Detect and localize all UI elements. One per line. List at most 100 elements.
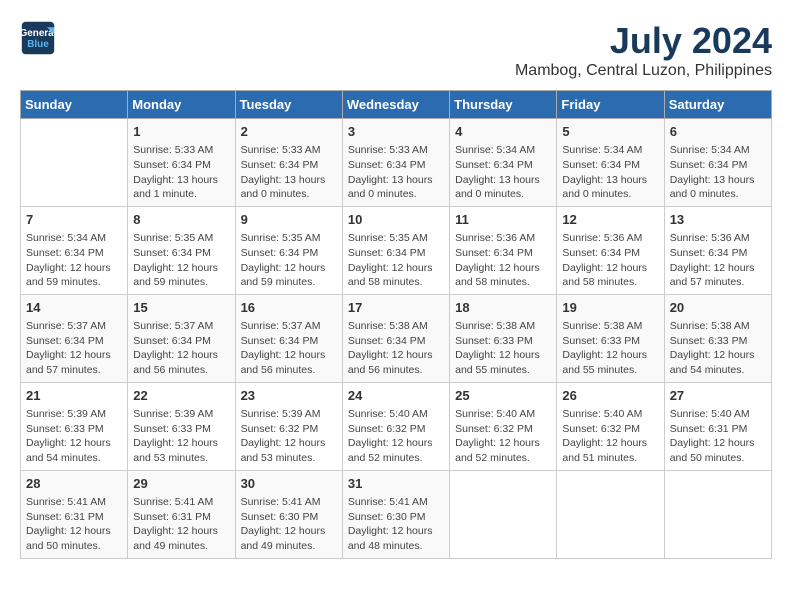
calendar-cell: 18 Sunrise: 5:38 AM Sunset: 6:33 PM Dayli… (450, 294, 557, 382)
day-number: 9 (241, 211, 337, 229)
day-detail: Sunrise: 5:34 AM Sunset: 6:34 PM Dayligh… (562, 143, 658, 202)
day-number: 28 (26, 475, 122, 493)
day-detail: Sunrise: 5:33 AM Sunset: 6:34 PM Dayligh… (348, 143, 444, 202)
day-detail: Sunrise: 5:33 AM Sunset: 6:34 PM Dayligh… (133, 143, 229, 202)
day-number: 23 (241, 387, 337, 405)
calendar-cell (450, 470, 557, 558)
calendar-cell: 28 Sunrise: 5:41 AM Sunset: 6:31 PM Dayli… (21, 470, 128, 558)
calendar-cell: 6 Sunrise: 5:34 AM Sunset: 6:34 PM Daylig… (664, 119, 771, 207)
calendar-table: SundayMondayTuesdayWednesdayThursdayFrid… (20, 90, 772, 559)
col-header-tuesday: Tuesday (235, 91, 342, 119)
day-number: 25 (455, 387, 551, 405)
day-number: 6 (670, 123, 766, 141)
col-header-wednesday: Wednesday (342, 91, 449, 119)
day-number: 21 (26, 387, 122, 405)
calendar-cell: 4Sunrise: 5:34 AM Sunset: 6:34 PM Daylig… (450, 119, 557, 207)
calendar-cell (557, 470, 664, 558)
calendar-cell (664, 470, 771, 558)
day-detail: Sunrise: 5:39 AM Sunset: 6:32 PM Dayligh… (241, 407, 337, 466)
day-detail: Sunrise: 5:41 AM Sunset: 6:30 PM Dayligh… (348, 495, 444, 554)
calendar-cell: 14Sunrise: 5:37 AM Sunset: 6:34 PM Dayli… (21, 294, 128, 382)
day-number: 3 (348, 123, 444, 141)
calendar-cell: 17 Sunrise: 5:38 AM Sunset: 6:34 PM Dayli… (342, 294, 449, 382)
day-detail: Sunrise: 5:37 AM Sunset: 6:34 PM Dayligh… (26, 319, 122, 378)
svg-text:Blue: Blue (27, 39, 49, 50)
day-number: 31 (348, 475, 444, 493)
calendar-cell: 15Sunrise: 5:37 AM Sunset: 6:34 PM Dayli… (128, 294, 235, 382)
calendar-cell: 9Sunrise: 5:35 AM Sunset: 6:34 PM Daylig… (235, 206, 342, 294)
day-detail: Sunrise: 5:34 AM Sunset: 6:34 PM Dayligh… (670, 143, 766, 202)
day-number: 1 (133, 123, 229, 141)
calendar-week-row: 1 Sunrise: 5:33 AM Sunset: 6:34 PM Daylig… (21, 119, 772, 207)
calendar-cell: 26 Sunrise: 5:40 AM Sunset: 6:32 PM Dayli… (557, 382, 664, 470)
col-header-monday: Monday (128, 91, 235, 119)
day-number: 5 (562, 123, 658, 141)
day-detail: Sunrise: 5:41 AM Sunset: 6:31 PM Dayligh… (133, 495, 229, 554)
day-number: 26 (562, 387, 658, 405)
day-number: 10 (348, 211, 444, 229)
day-number: 17 (348, 299, 444, 317)
calendar-cell: 29Sunrise: 5:41 AM Sunset: 6:31 PM Dayli… (128, 470, 235, 558)
day-number: 22 (133, 387, 229, 405)
day-detail: Sunrise: 5:35 AM Sunset: 6:34 PM Dayligh… (133, 231, 229, 290)
calendar-cell: 8 Sunrise: 5:35 AM Sunset: 6:34 PM Daylig… (128, 206, 235, 294)
day-number: 24 (348, 387, 444, 405)
day-detail: Sunrise: 5:38 AM Sunset: 6:33 PM Dayligh… (455, 319, 551, 378)
day-detail: Sunrise: 5:37 AM Sunset: 6:34 PM Dayligh… (241, 319, 337, 378)
day-number: 7 (26, 211, 122, 229)
day-detail: Sunrise: 5:38 AM Sunset: 6:34 PM Dayligh… (348, 319, 444, 378)
day-detail: Sunrise: 5:41 AM Sunset: 6:31 PM Dayligh… (26, 495, 122, 554)
calendar-cell (21, 119, 128, 207)
col-header-thursday: Thursday (450, 91, 557, 119)
col-header-saturday: Saturday (664, 91, 771, 119)
day-detail: Sunrise: 5:40 AM Sunset: 6:31 PM Dayligh… (670, 407, 766, 466)
day-detail: Sunrise: 5:33 AM Sunset: 6:34 PM Dayligh… (241, 143, 337, 202)
day-detail: Sunrise: 5:40 AM Sunset: 6:32 PM Dayligh… (348, 407, 444, 466)
calendar-week-row: 21 Sunrise: 5:39 AM Sunset: 6:33 PM Dayli… (21, 382, 772, 470)
calendar-header-row: SundayMondayTuesdayWednesdayThursdayFrid… (21, 91, 772, 119)
day-detail: Sunrise: 5:41 AM Sunset: 6:30 PM Dayligh… (241, 495, 337, 554)
calendar-cell: 21 Sunrise: 5:39 AM Sunset: 6:33 PM Dayli… (21, 382, 128, 470)
day-detail: Sunrise: 5:34 AM Sunset: 6:34 PM Dayligh… (26, 231, 122, 290)
day-detail: Sunrise: 5:40 AM Sunset: 6:32 PM Dayligh… (455, 407, 551, 466)
day-number: 15 (133, 299, 229, 317)
title-block: July 2024 Mambog, Central Luzon, Philipp… (515, 20, 772, 80)
calendar-cell: 19Sunrise: 5:38 AM Sunset: 6:33 PM Dayli… (557, 294, 664, 382)
calendar-cell: 25 Sunrise: 5:40 AM Sunset: 6:32 PM Dayli… (450, 382, 557, 470)
day-detail: Sunrise: 5:40 AM Sunset: 6:32 PM Dayligh… (562, 407, 658, 466)
calendar-week-row: 7 Sunrise: 5:34 AM Sunset: 6:34 PM Daylig… (21, 206, 772, 294)
location-subtitle: Mambog, Central Luzon, Philippines (515, 62, 772, 80)
day-detail: Sunrise: 5:34 AM Sunset: 6:34 PM Dayligh… (455, 143, 551, 202)
day-number: 2 (241, 123, 337, 141)
day-detail: Sunrise: 5:36 AM Sunset: 6:34 PM Dayligh… (670, 231, 766, 290)
calendar-cell: 1 Sunrise: 5:33 AM Sunset: 6:34 PM Daylig… (128, 119, 235, 207)
page-header: General Blue July 2024 Mambog, Central L… (20, 20, 772, 80)
day-detail: Sunrise: 5:38 AM Sunset: 6:33 PM Dayligh… (562, 319, 658, 378)
calendar-cell: 10Sunrise: 5:35 AM Sunset: 6:34 PM Dayli… (342, 206, 449, 294)
day-number: 11 (455, 211, 551, 229)
day-number: 27 (670, 387, 766, 405)
calendar-week-row: 28 Sunrise: 5:41 AM Sunset: 6:31 PM Dayli… (21, 470, 772, 558)
calendar-cell: 13 Sunrise: 5:36 AM Sunset: 6:34 PM Dayli… (664, 206, 771, 294)
day-number: 12 (562, 211, 658, 229)
day-number: 18 (455, 299, 551, 317)
calendar-week-row: 14Sunrise: 5:37 AM Sunset: 6:34 PM Dayli… (21, 294, 772, 382)
calendar-cell: 5 Sunrise: 5:34 AM Sunset: 6:34 PM Daylig… (557, 119, 664, 207)
day-number: 13 (670, 211, 766, 229)
calendar-cell: 3 Sunrise: 5:33 AM Sunset: 6:34 PM Daylig… (342, 119, 449, 207)
calendar-cell: 23 Sunrise: 5:39 AM Sunset: 6:32 PM Dayli… (235, 382, 342, 470)
day-detail: Sunrise: 5:36 AM Sunset: 6:34 PM Dayligh… (455, 231, 551, 290)
day-number: 16 (241, 299, 337, 317)
calendar-cell: 31 Sunrise: 5:41 AM Sunset: 6:30 PM Dayli… (342, 470, 449, 558)
calendar-cell: 16 Sunrise: 5:37 AM Sunset: 6:34 PM Dayli… (235, 294, 342, 382)
month-year-title: July 2024 (515, 20, 772, 62)
day-detail: Sunrise: 5:39 AM Sunset: 6:33 PM Dayligh… (26, 407, 122, 466)
calendar-cell: 7 Sunrise: 5:34 AM Sunset: 6:34 PM Daylig… (21, 206, 128, 294)
logo: General Blue (20, 20, 56, 56)
calendar-cell: 11 Sunrise: 5:36 AM Sunset: 6:34 PM Dayli… (450, 206, 557, 294)
calendar-cell: 22Sunrise: 5:39 AM Sunset: 6:33 PM Dayli… (128, 382, 235, 470)
day-number: 30 (241, 475, 337, 493)
day-detail: Sunrise: 5:38 AM Sunset: 6:33 PM Dayligh… (670, 319, 766, 378)
day-number: 8 (133, 211, 229, 229)
col-header-friday: Friday (557, 91, 664, 119)
